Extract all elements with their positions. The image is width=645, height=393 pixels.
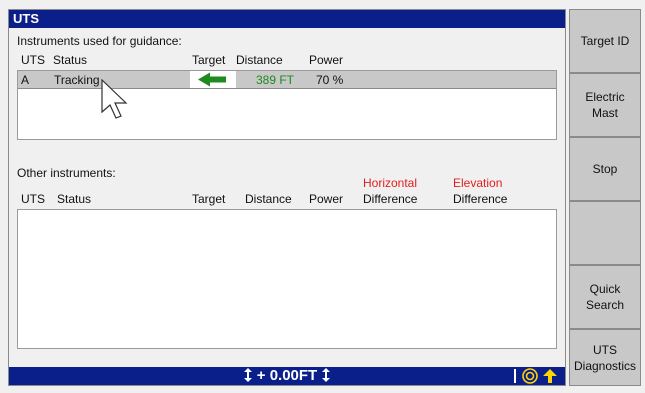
guidance-col-power: Power: [309, 53, 344, 67]
vertical-arrows-icon: [243, 368, 252, 382]
button-label-2: Diagnostics: [573, 358, 637, 373]
col-elevation-bottom: Difference: [453, 192, 508, 206]
other-col-status: Status: [57, 192, 92, 206]
offset-value: + 0.00FT: [256, 367, 318, 384]
blank-softkey-button[interactable]: [569, 201, 641, 265]
row-distance: 389 FT: [256, 73, 295, 87]
offset-readout: + 0.00FT: [9, 367, 565, 385]
guidance-col-distance: Distance: [236, 53, 283, 67]
vertical-arrows-icon: [322, 368, 331, 382]
electric-mast-button[interactable]: Electric Mast: [569, 73, 641, 137]
left-arrow-icon: [198, 72, 226, 87]
other-col-distance: Distance: [245, 192, 292, 206]
guidance-label: Instruments used for guidance:: [17, 34, 182, 48]
button-label: Electric: [585, 90, 625, 104]
other-col-uts: UTS: [21, 192, 45, 206]
target-icon: [522, 368, 538, 384]
cursor-icon: [101, 79, 128, 119]
other-col-target: Target: [192, 192, 226, 206]
button-label-2: Search: [585, 298, 625, 312]
stop-button[interactable]: Stop: [569, 137, 641, 201]
uts-panel: UTS Instruments used for guidance: UTS S…: [8, 9, 566, 386]
target-id-button[interactable]: Target ID: [569, 9, 641, 73]
guidance-col-status: Status: [53, 53, 88, 67]
row-uts: A: [21, 73, 30, 87]
button-label: Stop: [592, 162, 618, 176]
col-horizontal-top: Horizontal: [363, 176, 418, 190]
target-indicator: [190, 71, 236, 88]
button-label: Quick: [589, 282, 621, 296]
up-arrow-icon: [543, 369, 557, 383]
table-row[interactable]: A Tracking 389 FT 70 %: [18, 71, 556, 89]
other-label: Other instruments:: [17, 166, 116, 180]
other-col-power: Power: [309, 192, 344, 206]
window-title: UTS: [9, 10, 565, 28]
row-status: Tracking: [54, 73, 100, 87]
quick-search-button[interactable]: Quick Search: [569, 265, 641, 329]
other-instruments-table[interactable]: [17, 209, 557, 349]
guidance-table: A Tracking 389 FT 70 %: [17, 70, 557, 140]
softkey-sidebar: Target ID Electric Mast Stop Quick Search …: [569, 9, 641, 386]
button-label: Target ID: [580, 34, 630, 48]
guidance-col-uts: UTS: [21, 53, 45, 67]
button-label: UTS: [593, 342, 617, 357]
col-horizontal-bottom: Difference: [363, 192, 418, 206]
button-label-2: Mast: [591, 106, 618, 120]
guidance-col-target: Target: [192, 53, 226, 67]
row-power: 70 %: [316, 73, 344, 87]
status-separator: [514, 369, 516, 383]
uts-diagnostics-button[interactable]: UTS Diagnostics: [569, 329, 641, 386]
col-elevation-top: Elevation: [453, 176, 503, 190]
status-bar: + 0.00FT: [9, 367, 565, 385]
